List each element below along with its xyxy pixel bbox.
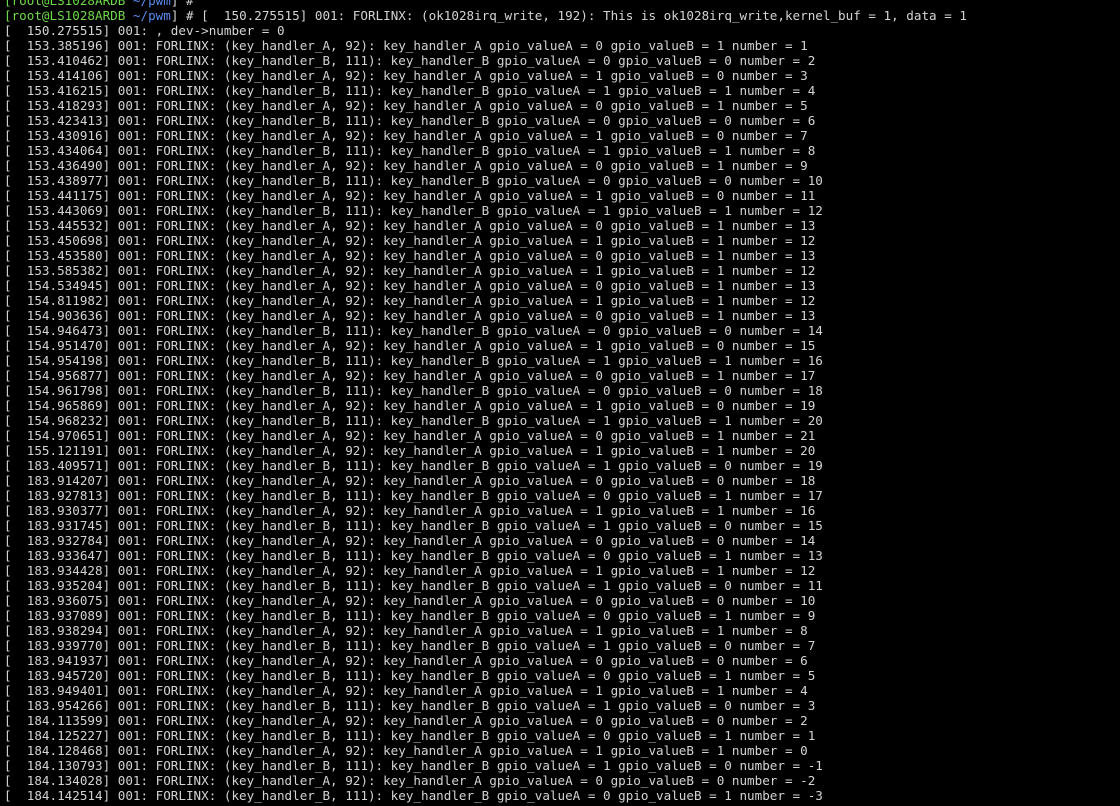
terminal-line: [ 183.927813] 001: FORLINX: (key_handler…: [4, 488, 823, 503]
terminal-line: [ 153.453580] 001: FORLINX: (key_handler…: [4, 248, 816, 263]
prompt-user-host: [root@LS1028ARDB: [4, 0, 126, 8]
terminal-line: [ 150.275515] 001: , dev->number = 0: [4, 23, 285, 38]
terminal-output[interactable]: [root@LS1028ARDB ~/pwm] # [root@LS1028AR…: [0, 0, 1120, 806]
terminal-line: [ 183.954266] 001: FORLINX: (key_handler…: [4, 698, 816, 713]
terminal-line: [ 154.961798] 001: FORLINX: (key_handler…: [4, 383, 823, 398]
terminal-line: [ 153.418293] 001: FORLINX: (key_handler…: [4, 98, 808, 113]
terminal-line: [ 183.937089] 001: FORLINX: (key_handler…: [4, 608, 816, 623]
terminal-line: [ 184.134028] 001: FORLINX: (key_handler…: [4, 773, 816, 788]
terminal-line: [ 184.130793] 001: FORLINX: (key_handler…: [4, 758, 823, 773]
terminal-line: [ 183.409571] 001: FORLINX: (key_handler…: [4, 458, 823, 473]
terminal-line: [ 184.128468] 001: FORLINX: (key_handler…: [4, 743, 808, 758]
terminal-line: [ 183.930377] 001: FORLINX: (key_handler…: [4, 503, 816, 518]
terminal-line: [ 184.142514] 001: FORLINX: (key_handler…: [4, 788, 823, 803]
terminal-log: [ 150.275515] 001: , dev->number = 0[ 15…: [0, 23, 1120, 803]
terminal-line: [ 153.410462] 001: FORLINX: (key_handler…: [4, 53, 816, 68]
terminal-line: [ 153.414106] 001: FORLINX: (key_handler…: [4, 68, 808, 83]
terminal-line: [ 153.423413] 001: FORLINX: (key_handler…: [4, 113, 816, 128]
terminal-line: [ 155.121191] 001: FORLINX: (key_handler…: [4, 443, 816, 458]
terminal-line-partial: [root@LS1028ARDB ~/pwm] #: [0, 0, 1120, 8]
terminal-line: [ 154.968232] 001: FORLINX: (key_handler…: [4, 413, 823, 428]
terminal-line: [ 153.430916] 001: FORLINX: (key_handler…: [4, 128, 808, 143]
terminal-line: [ 183.932784] 001: FORLINX: (key_handler…: [4, 533, 816, 548]
terminal-line: [ 183.945720] 001: FORLINX: (key_handler…: [4, 668, 816, 683]
terminal-line: [ 184.125227] 001: FORLINX: (key_handler…: [4, 728, 816, 743]
prompt-command-output: ] # [ 150.275515] 001: FORLINX: (ok1028i…: [170, 8, 967, 23]
terminal-line: [ 154.951470] 001: FORLINX: (key_handler…: [4, 338, 816, 353]
terminal-line: [ 154.534945] 001: FORLINX: (key_handler…: [4, 278, 816, 293]
terminal-line: [ 183.931745] 001: FORLINX: (key_handler…: [4, 518, 823, 533]
terminal-line: [ 183.914207] 001: FORLINX: (key_handler…: [4, 473, 816, 488]
terminal-line: [ 183.939770] 001: FORLINX: (key_handler…: [4, 638, 816, 653]
terminal-line: [ 154.970651] 001: FORLINX: (key_handler…: [4, 428, 816, 443]
terminal-line: [ 154.965869] 001: FORLINX: (key_handler…: [4, 398, 816, 413]
terminal-line: [ 153.445532] 001: FORLINX: (key_handler…: [4, 218, 816, 233]
prompt-path: ~/pwm: [125, 8, 171, 23]
prompt-user-host: [root@LS1028ARDB: [4, 8, 126, 23]
terminal-line: [ 153.585382] 001: FORLINX: (key_handler…: [4, 263, 816, 278]
prompt-rest: ] #: [170, 0, 194, 8]
terminal-line: [ 153.438977] 001: FORLINX: (key_handler…: [4, 173, 823, 188]
terminal-line: [ 184.113599] 001: FORLINX: (key_handler…: [4, 713, 808, 728]
terminal-line: [ 154.811982] 001: FORLINX: (key_handler…: [4, 293, 816, 308]
terminal-line: [ 183.934428] 001: FORLINX: (key_handler…: [4, 563, 816, 578]
terminal-line: [ 183.936075] 001: FORLINX: (key_handler…: [4, 593, 816, 608]
terminal-line: [ 153.441175] 001: FORLINX: (key_handler…: [4, 188, 816, 203]
terminal-prompt-line: [root@LS1028ARDB ~/pwm] # [ 150.275515] …: [0, 8, 1120, 23]
terminal-line: [ 183.949401] 001: FORLINX: (key_handler…: [4, 683, 808, 698]
terminal-line: [ 153.443069] 001: FORLINX: (key_handler…: [4, 203, 823, 218]
terminal-line: [ 153.436490] 001: FORLINX: (key_handler…: [4, 158, 808, 173]
terminal-line: [ 153.416215] 001: FORLINX: (key_handler…: [4, 83, 816, 98]
terminal-line: [ 153.434064] 001: FORLINX: (key_handler…: [4, 143, 816, 158]
terminal-line: [ 183.941937] 001: FORLINX: (key_handler…: [4, 653, 808, 668]
terminal-line: [ 183.935204] 001: FORLINX: (key_handler…: [4, 578, 823, 593]
terminal-line: [ 153.450698] 001: FORLINX: (key_handler…: [4, 233, 816, 248]
prompt-path: ~/pwm: [125, 0, 171, 8]
terminal-line: [ 183.933647] 001: FORLINX: (key_handler…: [4, 548, 823, 563]
terminal-line: [ 154.946473] 001: FORLINX: (key_handler…: [4, 323, 823, 338]
terminal-line: [ 183.938294] 001: FORLINX: (key_handler…: [4, 623, 808, 638]
terminal-line: [ 153.385196] 001: FORLINX: (key_handler…: [4, 38, 808, 53]
terminal-line: [ 154.956877] 001: FORLINX: (key_handler…: [4, 368, 816, 383]
terminal-line: [ 154.954198] 001: FORLINX: (key_handler…: [4, 353, 823, 368]
terminal-line: [ 154.903636] 001: FORLINX: (key_handler…: [4, 308, 816, 323]
